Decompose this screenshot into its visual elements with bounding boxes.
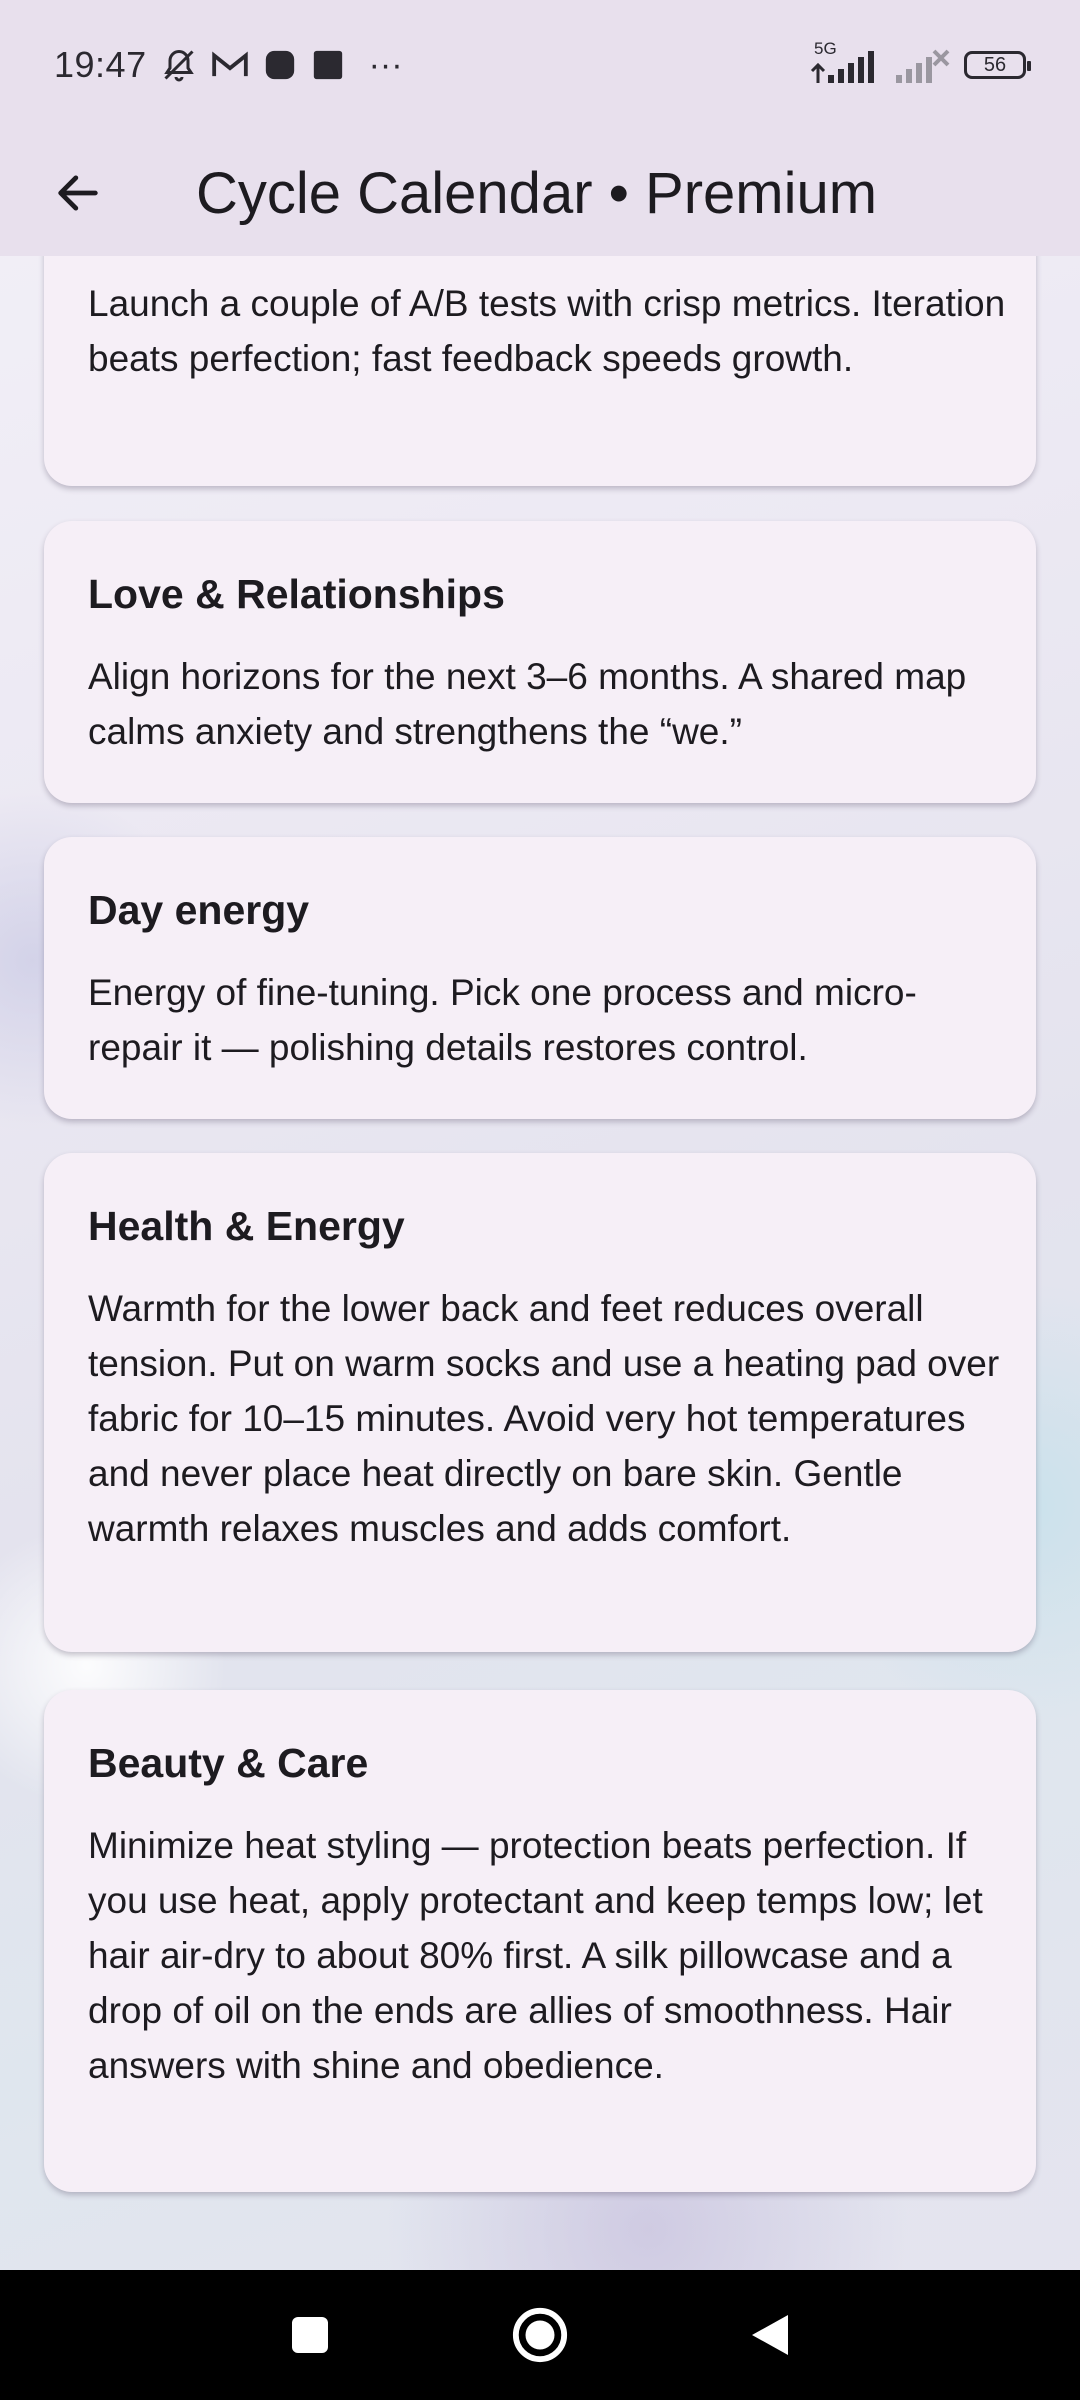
square-icon bbox=[292, 2317, 328, 2353]
card-body: Launch a couple of A/B tests with crisp … bbox=[88, 283, 1006, 379]
card-love-relationships: Love & Relationships Align horizons for … bbox=[44, 521, 1036, 803]
page-title: Cycle Calendar • Premium bbox=[196, 160, 878, 226]
bell-off-icon bbox=[163, 49, 194, 82]
content-scroll[interactable]: Launch a couple of A/B tests with crisp … bbox=[0, 256, 1080, 2270]
notification-icons: ··· bbox=[161, 46, 403, 85]
card-title: Health & Energy bbox=[88, 1203, 405, 1249]
card-title: Love & Relationships bbox=[88, 571, 505, 617]
signal-off-icon bbox=[896, 49, 950, 83]
app-bar: Cycle Calendar • Premium bbox=[0, 130, 1080, 256]
battery-indicator: 56 bbox=[964, 51, 1031, 79]
signal-5g-icon: 5G bbox=[808, 39, 880, 87]
mail-icon bbox=[211, 51, 248, 77]
card-title: Day energy bbox=[88, 887, 310, 933]
circle-icon bbox=[512, 2307, 568, 2363]
card-body: Align horizons for the next 3–6 months. … bbox=[88, 656, 967, 752]
back-button[interactable] bbox=[18, 130, 138, 256]
card-body: Minimize heat styling — protection beats… bbox=[88, 1825, 983, 2086]
card-body: Warmth for the lower back and feet reduc… bbox=[88, 1288, 1000, 1549]
card-body: Energy of fine-tuning. Pick one process … bbox=[88, 972, 917, 1068]
nav-back-button[interactable] bbox=[710, 2285, 830, 2385]
card-title: Beauty & Care bbox=[88, 1740, 369, 1786]
triangle-back-icon bbox=[752, 2315, 788, 2355]
system-icons: 5G 56 bbox=[808, 39, 1031, 87]
system-nav-bar bbox=[0, 2270, 1080, 2400]
status-bar: 19:47 ··· 5G 56 bbox=[0, 0, 1080, 130]
card-day-energy: Day energy Energy of fine-tuning. Pick o… bbox=[44, 837, 1036, 1119]
arrow-left-icon bbox=[58, 175, 98, 211]
more-notifications-icon: ··· bbox=[368, 45, 403, 84]
card-health-energy: Health & Energy Warmth for the lower bac… bbox=[44, 1153, 1036, 1652]
recent-apps-button[interactable] bbox=[250, 2285, 370, 2385]
home-button[interactable] bbox=[480, 2285, 600, 2385]
card-beauty-care: Beauty & Care Minimize heat styling — pr… bbox=[44, 1690, 1036, 2192]
status-time: 19:47 bbox=[54, 44, 147, 85]
app-icon bbox=[265, 50, 294, 80]
app-square-icon bbox=[313, 50, 342, 80]
card-growth: Launch a couple of A/B tests with crisp … bbox=[44, 256, 1036, 486]
